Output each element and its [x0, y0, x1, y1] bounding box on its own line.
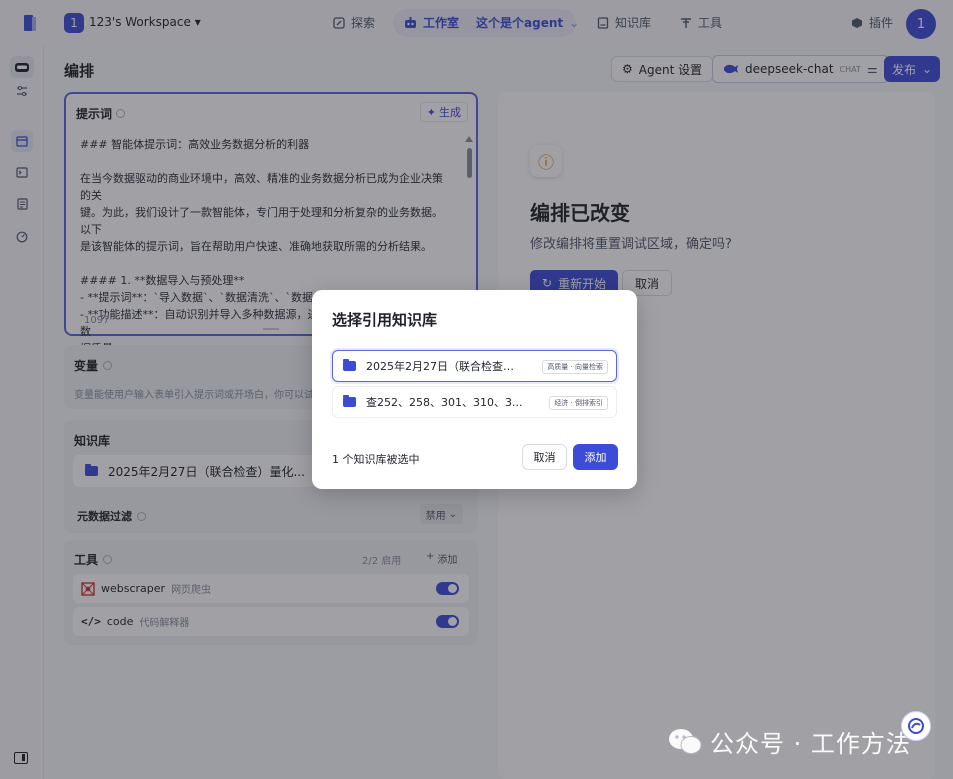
watermark-text: 公众号 · 工作方法 — [710, 730, 911, 758]
knowledge-option[interactable]: 查252、258、301、310、3... 经济 · 倒排索引 — [332, 386, 617, 418]
modal-title: 选择引用知识库 — [332, 311, 438, 329]
watermark: 公众号 · 工作方法 — [668, 724, 911, 759]
modal-add-button[interactable]: 添加 — [573, 444, 618, 470]
modal-add-label: 添加 — [584, 451, 607, 464]
selected-count: 1 个知识库被选中 — [332, 453, 420, 466]
modal-cancel-button[interactable]: 取消 — [522, 444, 567, 470]
help-bubble-icon[interactable] — [901, 711, 931, 741]
knowledge-option-tag: 经济 · 倒排索引 — [549, 396, 608, 410]
knowledge-option-name: 查252、258、301、310、3... — [366, 396, 523, 409]
select-knowledge-modal: 选择引用知识库 2025年2月27日（联合检查）量化... 高质量 · 向量检索… — [312, 290, 637, 489]
knowledge-option[interactable]: 2025年2月27日（联合检查）量化... 高质量 · 向量检索 — [332, 350, 617, 382]
knowledge-option-name: 2025年2月27日（联合检查）量化... — [366, 360, 524, 373]
knowledge-option-tag: 高质量 · 向量检索 — [542, 360, 608, 374]
folder-icon — [343, 395, 356, 407]
folder-icon — [343, 359, 356, 371]
modal-cancel-label: 取消 — [533, 451, 556, 464]
wechat-icon — [669, 728, 702, 754]
